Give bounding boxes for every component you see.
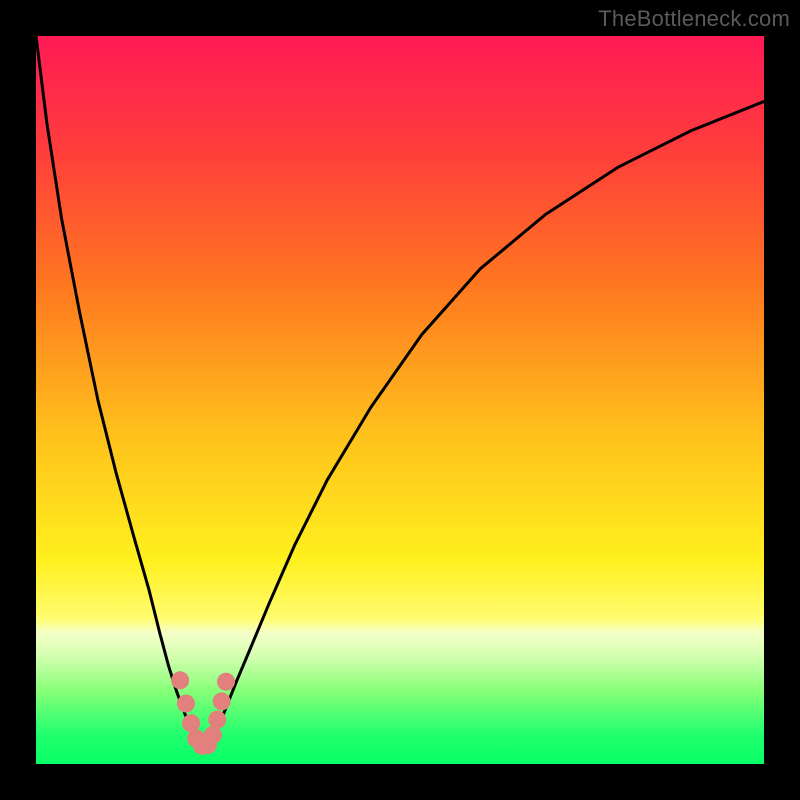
marker-2 (182, 714, 200, 732)
marker-9 (217, 673, 235, 691)
marker-0 (171, 671, 189, 689)
chart-svg (36, 36, 764, 764)
attribution-text: TheBottleneck.com (598, 6, 790, 32)
plot-area (36, 36, 764, 764)
marker-8 (213, 692, 231, 710)
marker-1 (177, 695, 195, 713)
marker-6 (204, 726, 222, 744)
chart-frame: TheBottleneck.com (0, 0, 800, 800)
gradient-background (36, 36, 764, 764)
marker-7 (208, 711, 226, 729)
